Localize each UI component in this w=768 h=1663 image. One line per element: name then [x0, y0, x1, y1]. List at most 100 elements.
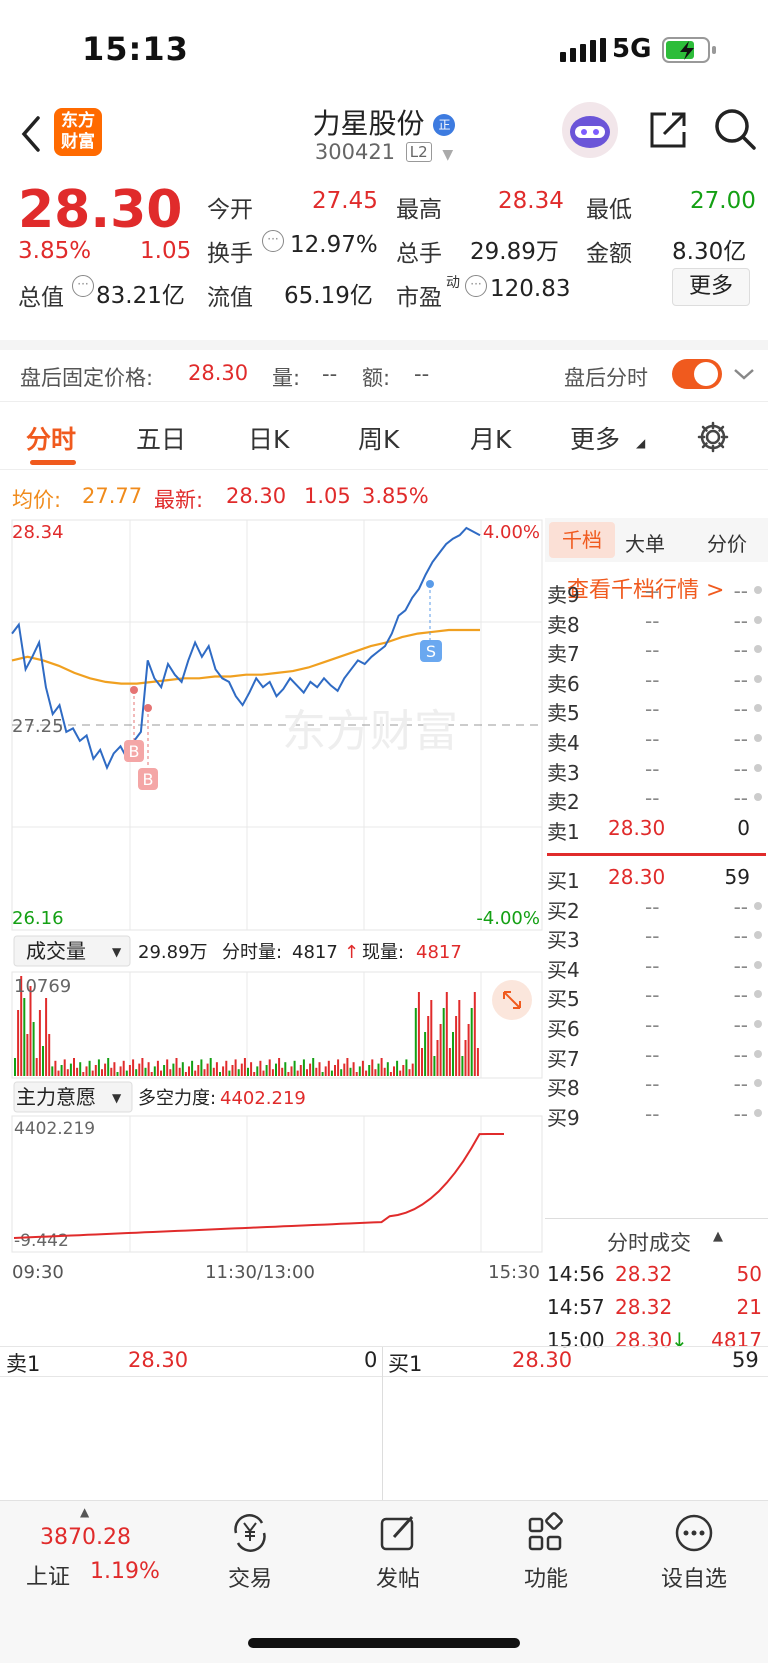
volume-bar [138, 1063, 141, 1076]
volume-selector-label: 成交量 [26, 939, 86, 963]
volume-bar [306, 1069, 308, 1076]
bid-row[interactable]: 买5 -- -- [545, 980, 768, 1011]
after-hours-toggle[interactable] [672, 359, 722, 389]
bid-row[interactable]: 买3 -- -- [545, 921, 768, 952]
level-volume: -- [733, 983, 748, 1008]
volume-bar [445, 992, 448, 1076]
level-dot [754, 645, 762, 654]
bid-row[interactable]: 买9 -- -- [545, 1099, 768, 1130]
turnover-label: 换手 [207, 241, 253, 267]
float-value: 65.19亿 [284, 283, 373, 309]
volume-bar [371, 1059, 374, 1076]
ask-row[interactable]: 卖5 -- -- [545, 694, 768, 725]
volume-bar [461, 1056, 464, 1076]
tab-more[interactable]: 更多 [570, 420, 620, 456]
chevron-down-icon[interactable] [732, 364, 756, 384]
tab-five-day[interactable]: 五日 [136, 420, 186, 456]
volume-bar [169, 1069, 172, 1076]
volume-bar [97, 1059, 100, 1076]
more-button[interactable]: 更多 [672, 268, 750, 306]
bid-row[interactable]: 买4 -- -- [545, 951, 768, 982]
index-ticker[interactable]: ▲ 3870.28 上证 1.19% [18, 1505, 160, 1595]
change-value: 1.05 [140, 238, 192, 264]
battery-icon [662, 37, 716, 63]
volume-bar [128, 1065, 131, 1076]
bid-row[interactable]: 买2 -- -- [545, 892, 768, 923]
tab-price-split[interactable]: 分价 [707, 528, 747, 557]
bid-row[interactable]: 买7 -- -- [545, 1040, 768, 1071]
tab-orderbook-depth[interactable]: 千档 [549, 522, 615, 558]
intraday-chart-svg[interactable]: 东方财富 28.34 4.00% 27.25 26.16 -4.00% B B … [0, 518, 545, 1340]
volume-bar [228, 1070, 231, 1076]
tab-week-k[interactable]: 周K [358, 420, 399, 456]
volume-bar [63, 1059, 66, 1076]
volume-bar [113, 1062, 116, 1076]
robot-assistant-avatar[interactable] [562, 102, 618, 158]
more-dots-icon[interactable]: ··· [72, 275, 94, 297]
volume-bar [73, 1058, 75, 1076]
share-icon[interactable] [646, 108, 690, 152]
status-bar: 15:13 5G [0, 0, 768, 100]
volume-bar [184, 1072, 187, 1076]
chart-area[interactable]: 东方财富 28.34 4.00% 27.25 26.16 -4.00% B B … [0, 518, 545, 1340]
volume-bar [82, 1072, 85, 1076]
level-volume: -- [733, 1072, 748, 1097]
ask-row[interactable]: 卖6 -- -- [545, 665, 768, 696]
volume-bar [135, 1069, 138, 1076]
nav-trade[interactable]: 交易 [180, 1511, 320, 1593]
volume-bar [421, 1048, 423, 1076]
tab-minute[interactable]: 分时 [26, 420, 76, 456]
volume-bar [175, 1058, 178, 1076]
more-dots-icon[interactable]: ··· [262, 230, 284, 252]
latest-value: 28.30 [226, 484, 287, 508]
search-icon[interactable] [712, 106, 760, 154]
bid-row[interactable]: 买8 -- -- [545, 1069, 768, 1100]
volume-bar [237, 1069, 240, 1076]
volume-bar [122, 1060, 125, 1076]
level-label: 卖1 [547, 819, 580, 844]
volume-bar [125, 1070, 128, 1076]
level-volume: -- [733, 1013, 748, 1037]
grid-icon [528, 1512, 563, 1551]
bottom-sell-label: 卖1 [6, 1352, 41, 1376]
level-volume: -- [733, 756, 748, 781]
volume-bar [17, 1010, 20, 1076]
time-end: 15:30 [488, 1262, 540, 1283]
volume-bar [243, 1058, 246, 1076]
nav-trade-label: 交易 [227, 1567, 272, 1592]
bid-row[interactable]: 买1 28.30 59 [545, 862, 768, 893]
bid-row[interactable]: 买6 -- -- [545, 1010, 768, 1041]
nav-add-watchlist[interactable]: 设自选 [624, 1511, 764, 1593]
yen-exchange-icon [234, 1514, 266, 1552]
volume-bar [29, 986, 32, 1076]
volume-bar [299, 1065, 302, 1076]
index-pct: 1.19% [90, 1559, 160, 1584]
stock-header: 东方 财富 力星股份 正 300421 L2 ▼ [0, 100, 768, 180]
tab-month-k[interactable]: 月K [470, 420, 511, 456]
nav-post[interactable]: 发帖 [328, 1511, 468, 1593]
level-volume: -- [733, 1101, 748, 1126]
volume-bar [368, 1065, 371, 1076]
ask-row[interactable]: 卖4 -- -- [545, 724, 768, 755]
volume-bar [85, 1066, 88, 1076]
avg-value: 27.77 [82, 484, 143, 508]
ask-row[interactable]: 卖1 28.30 0 [545, 813, 768, 844]
volume-bar [408, 1069, 411, 1076]
volume-bar [448, 1048, 451, 1076]
ask-row[interactable]: 卖2 -- -- [545, 783, 768, 814]
ask-row[interactable]: 卖3 -- -- [545, 754, 768, 785]
gear-icon[interactable] [696, 420, 730, 454]
more-dots-icon[interactable]: ··· [465, 275, 487, 297]
tab-day-k[interactable]: 日K [248, 420, 289, 456]
ask-row[interactable]: 卖7 -- -- [545, 635, 768, 666]
tab-big-orders[interactable]: 大单 [625, 528, 665, 557]
ask-row[interactable]: 卖9 -- -- [545, 576, 768, 607]
high-value: 28.34 [498, 188, 564, 214]
volume-bar [309, 1063, 312, 1076]
signal-icon [560, 38, 606, 62]
ask-row[interactable]: 卖8 -- -- [545, 606, 768, 637]
pe-value: 120.83 [490, 276, 571, 302]
volume-bar [337, 1059, 340, 1076]
nav-functions[interactable]: 功能 [476, 1511, 616, 1593]
vol-tick-label: 分时量: [222, 942, 282, 963]
